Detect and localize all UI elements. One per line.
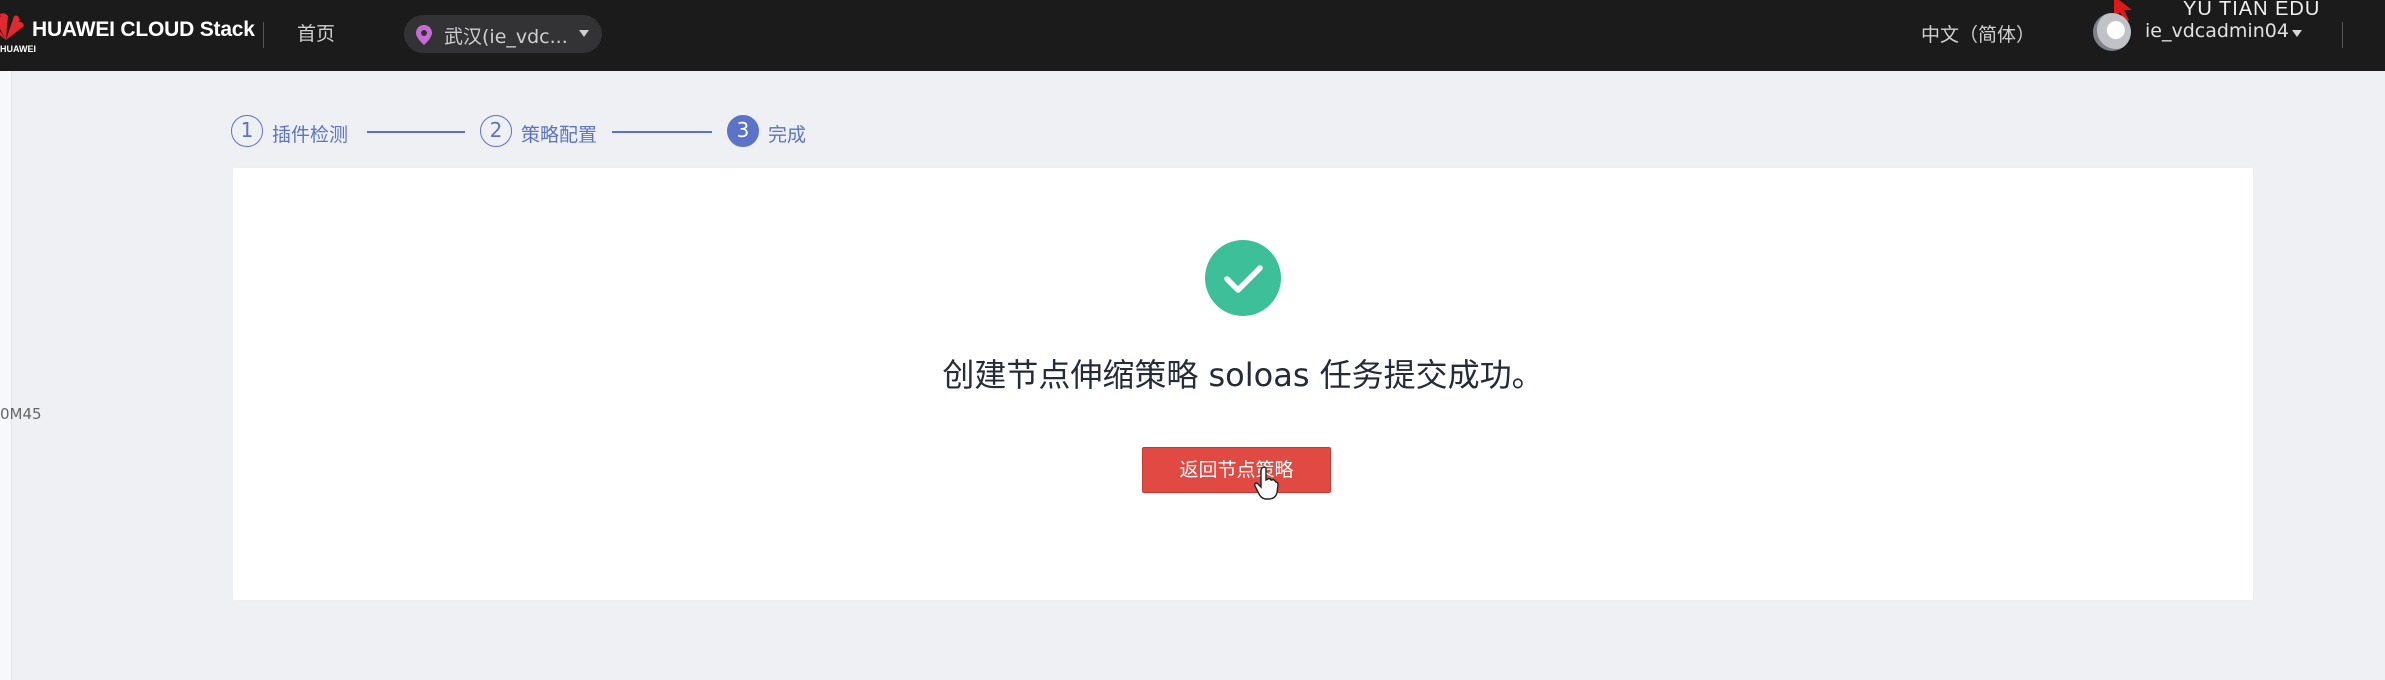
brand-title: HUAWEI CLOUD Stack	[32, 18, 255, 41]
huawei-logo-icon	[0, 13, 24, 41]
username-menu[interactable]: ie_vdcadmin04	[2145, 20, 2289, 42]
top-navigation-bar: HUAWEI HUAWEI CLOUD Stack 首页 武汉(ie_vdc..…	[0, 0, 2385, 71]
location-pin-icon	[416, 25, 432, 45]
success-check-icon	[1205, 240, 1281, 316]
brand-subtext: HUAWEI	[0, 44, 36, 54]
left-sidebar-edge	[0, 71, 12, 680]
back-to-node-policy-button[interactable]: 返回节点策略	[1142, 447, 1331, 493]
step-label: 策略配置	[521, 124, 598, 146]
step-label: 完成	[768, 124, 807, 146]
step-label: 插件检测	[272, 124, 349, 146]
step-number: 3	[727, 115, 759, 147]
hand-cursor-icon	[1254, 466, 1279, 500]
step-indicator: 1 插件检测 2 策略配置 3 完成	[231, 115, 831, 149]
region-label: 武汉(ie_vdc...	[444, 26, 568, 48]
step-connector	[367, 131, 465, 133]
result-card: 创建节点伸缩策略 soloas 任务提交成功。 返回节点策略	[233, 168, 2253, 600]
chevron-down-icon[interactable]	[2291, 27, 2303, 39]
chevron-down-icon	[579, 30, 589, 37]
brand-logo[interactable]: HUAWEI HUAWEI CLOUD Stack	[0, 10, 255, 60]
header-divider	[2342, 22, 2343, 48]
step-connector	[612, 131, 712, 133]
step-number: 2	[480, 115, 512, 147]
step-number: 1	[231, 115, 263, 147]
success-message: 创建节点伸缩策略 soloas 任务提交成功。	[942, 356, 1544, 394]
avatar[interactable]	[2093, 13, 2131, 51]
region-selector[interactable]: 武汉(ie_vdc...	[404, 15, 602, 53]
language-switcher[interactable]: 中文（简体）	[1921, 20, 2035, 47]
header-divider	[263, 22, 264, 48]
watermark: YU TIAN EDU	[2183, 0, 2321, 20]
sidebar-clipped-text: 0M45	[0, 405, 42, 423]
home-link[interactable]: 首页	[297, 19, 335, 46]
